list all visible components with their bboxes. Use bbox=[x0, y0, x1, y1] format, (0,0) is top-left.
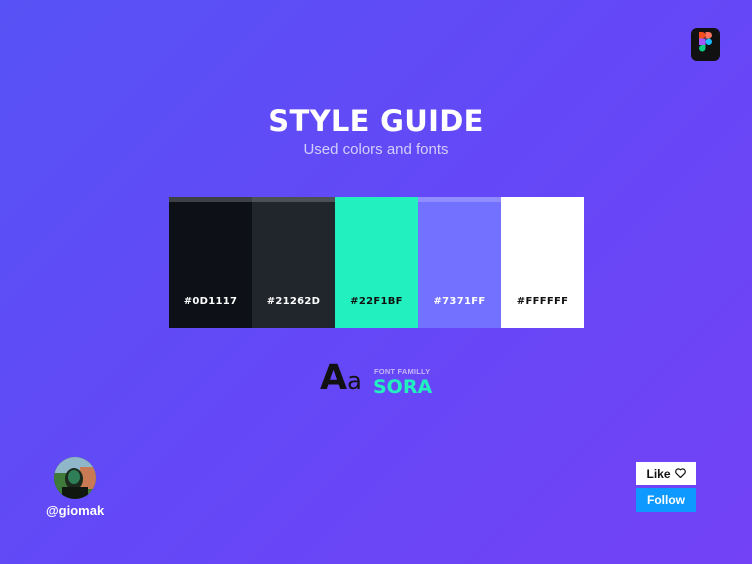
author-username[interactable]: @giomak bbox=[46, 503, 104, 518]
swatch-stripe bbox=[418, 197, 501, 202]
color-swatch: #0D1117 bbox=[169, 197, 252, 328]
page-subtitle: Used colors and fonts bbox=[303, 141, 449, 158]
color-hex-label: #22F1BF bbox=[350, 296, 403, 307]
color-hex-label: #21262D bbox=[266, 296, 321, 307]
page-title: STYLE GUIDE bbox=[268, 104, 484, 138]
color-hex-label: #FFFFFF bbox=[516, 296, 569, 307]
figma-logo-icon bbox=[691, 28, 720, 61]
heart-icon bbox=[674, 467, 686, 481]
font-sample-lowercase: a bbox=[347, 367, 362, 395]
like-button[interactable]: Like bbox=[636, 462, 696, 485]
font-sample-uppercase: A bbox=[320, 358, 348, 398]
swatch-stripe bbox=[169, 197, 252, 202]
color-hex-label: #0D1117 bbox=[183, 296, 238, 307]
font-family-label: FONT FAMILLY bbox=[374, 367, 431, 376]
color-swatch: #7371FF bbox=[418, 197, 501, 328]
color-hex-label: #7371FF bbox=[433, 296, 486, 307]
like-button-label: Like bbox=[646, 466, 671, 481]
color-swatch: #21262D bbox=[252, 197, 335, 328]
color-swatch: #22F1BF bbox=[335, 197, 418, 328]
color-palette: #0D1117 #21262D #22F1BF #7371FF #FFFFFF bbox=[169, 197, 584, 328]
follow-button[interactable]: Follow bbox=[636, 488, 696, 512]
avatar[interactable] bbox=[54, 457, 96, 499]
font-sample: Aa bbox=[320, 361, 362, 396]
font-family-name: SORA bbox=[373, 376, 433, 398]
color-swatch: #FFFFFF bbox=[501, 197, 584, 328]
swatch-stripe bbox=[252, 197, 335, 202]
